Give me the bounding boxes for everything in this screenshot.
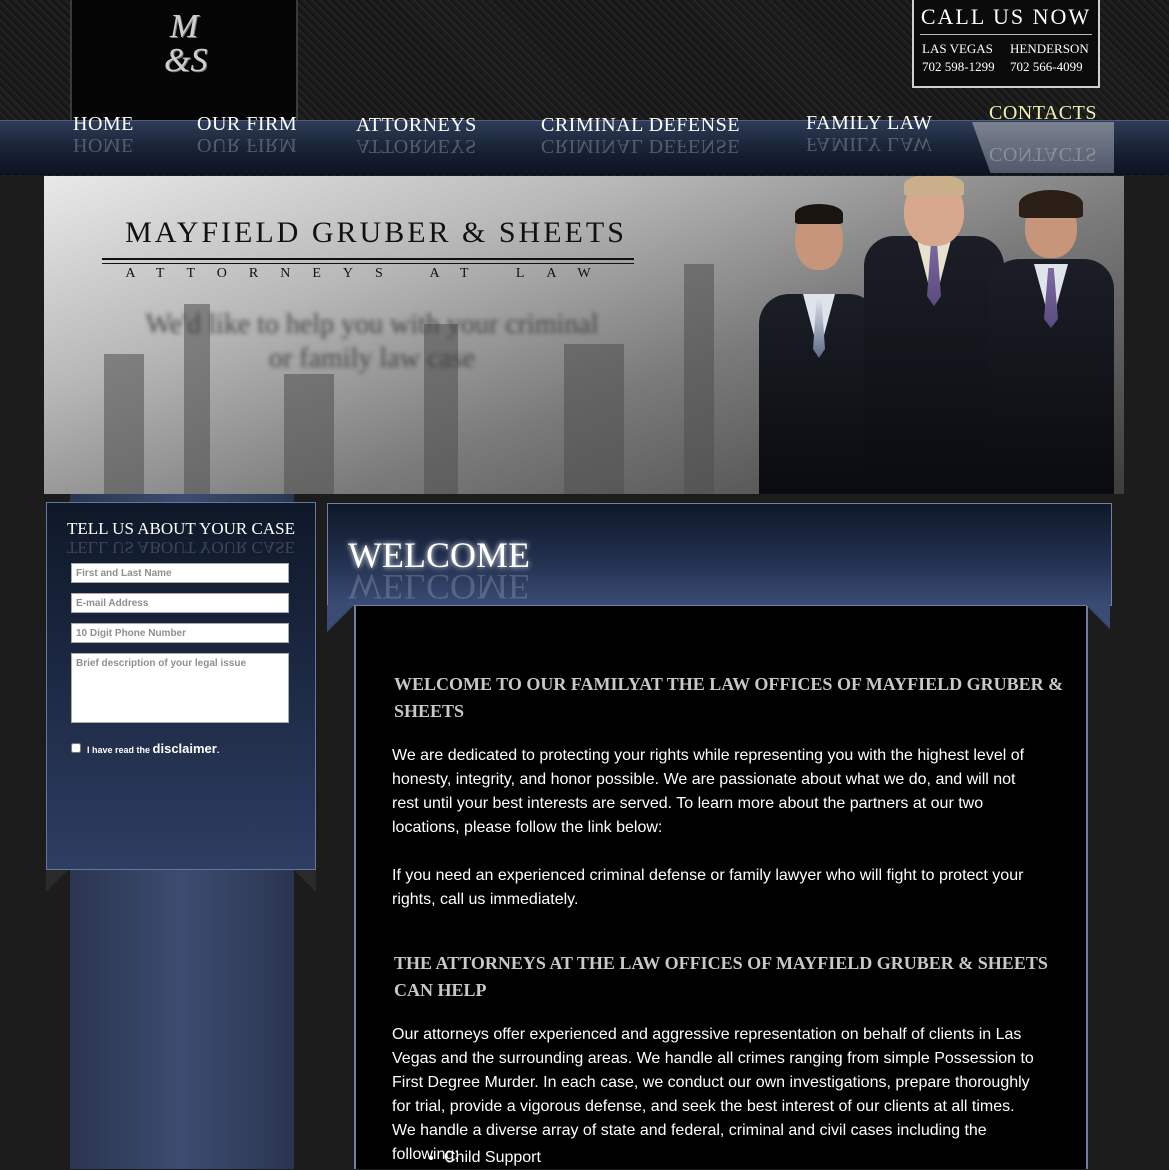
page-title-reflection: WELCOME — [348, 567, 530, 607]
nav-reflection: FAMILY LAW — [806, 133, 933, 155]
main-content: WELCOME TO OUR FAMILYAT THE LAW OFFICES … — [354, 606, 1088, 1169]
skyline-building — [684, 264, 714, 494]
paragraph: We are dedicated to protecting your righ… — [392, 747, 1025, 836]
location-city: HENDERSON — [1010, 41, 1089, 56]
section-heading: WELCOME TO OUR FAMILYAT THE LAW OFFICES … — [394, 674, 1064, 721]
location-city: LAS VEGAS — [922, 41, 993, 56]
services-list: Child Support — [392, 1146, 541, 1170]
nav-home[interactable]: HOME HOME — [73, 113, 134, 156]
nav-reflection: CONTACTS — [989, 143, 1097, 165]
hero-banner: MAYFIELD GRUBER & SHEETS ATTORNEYS AT LA… — [44, 176, 1124, 494]
disclaimer-checkbox[interactable] — [71, 743, 81, 753]
name-field[interactable] — [71, 563, 289, 583]
nav-reflection: OUR FIRM — [197, 134, 298, 156]
nav-contacts[interactable]: CONTACTS CONTACTS — [989, 102, 1097, 165]
panel-corner — [46, 868, 70, 892]
nav-reflection: CRIMINAL DEFENSE — [541, 135, 740, 157]
banner-corner — [327, 605, 354, 632]
attorney-photo-right — [989, 184, 1114, 494]
skyline-building — [104, 354, 144, 494]
disclaimer-label: I have read the disclaimer. — [87, 741, 220, 756]
welcome-banner: WELCOME WELCOME — [327, 503, 1112, 607]
location-phone[interactable]: 702 598-1299 — [922, 58, 995, 76]
call-us-title: CALL US NOW — [920, 4, 1092, 29]
divider — [102, 263, 634, 264]
firm-logo: M &S — [164, 8, 208, 79]
list-item: Child Support — [444, 1146, 541, 1170]
email-field[interactable] — [71, 593, 289, 613]
skyline-building — [284, 374, 334, 494]
banner-corner — [1086, 605, 1110, 629]
form-title: TELL US ABOUT YOUR CASE — [67, 519, 295, 538]
nav-family-law[interactable]: FAMILY LAW FAMILY LAW — [806, 112, 932, 155]
nav-reflection: HOME — [73, 134, 134, 156]
case-intake-form: TELL US ABOUT YOUR CASE TELL US ABOUT YO… — [46, 502, 316, 870]
nav-attorneys[interactable]: ATTORNEYS ATTORNEYS — [356, 114, 477, 157]
paragraph: If you need an experienced criminal defe… — [392, 867, 1024, 908]
location-las-vegas: LAS VEGAS 702 598-1299 — [922, 40, 995, 76]
attorney-photo-center — [864, 176, 1004, 494]
firm-subtitle: ATTORNEYS AT LAW — [125, 266, 613, 281]
section-heading: THE ATTORNEYS AT THE LAW OFFICES OF MAYF… — [394, 953, 1048, 1000]
location-phone[interactable]: 702 566-4099 — [1010, 58, 1089, 76]
phone-field[interactable] — [71, 623, 289, 643]
nav-criminal-defense[interactable]: CRIMINAL DEFENSE CRIMINAL DEFENSE — [541, 114, 740, 157]
nav-our-firm[interactable]: OUR FIRM OUR FIRM — [197, 113, 297, 156]
call-us-box: CALL US NOW LAS VEGAS 702 598-1299 HENDE… — [912, 0, 1100, 88]
firm-name: MAYFIELD GRUBER & SHEETS — [125, 216, 627, 249]
disclaimer-link[interactable]: disclaimer — [153, 741, 217, 756]
description-field[interactable] — [71, 653, 289, 723]
location-henderson: HENDERSON 702 566-4099 — [1010, 40, 1089, 76]
divider — [102, 258, 634, 260]
logo-box[interactable]: M &S — [70, 0, 298, 126]
hero-tagline: We'd like to help you with your criminal… — [145, 309, 599, 374]
attorney-photo-left — [759, 194, 879, 494]
nav-reflection: ATTORNEYS — [356, 135, 477, 157]
panel-corner — [292, 868, 316, 892]
form-title-reflection: TELL US ABOUT YOUR CASE — [67, 538, 295, 557]
divider — [920, 34, 1092, 35]
